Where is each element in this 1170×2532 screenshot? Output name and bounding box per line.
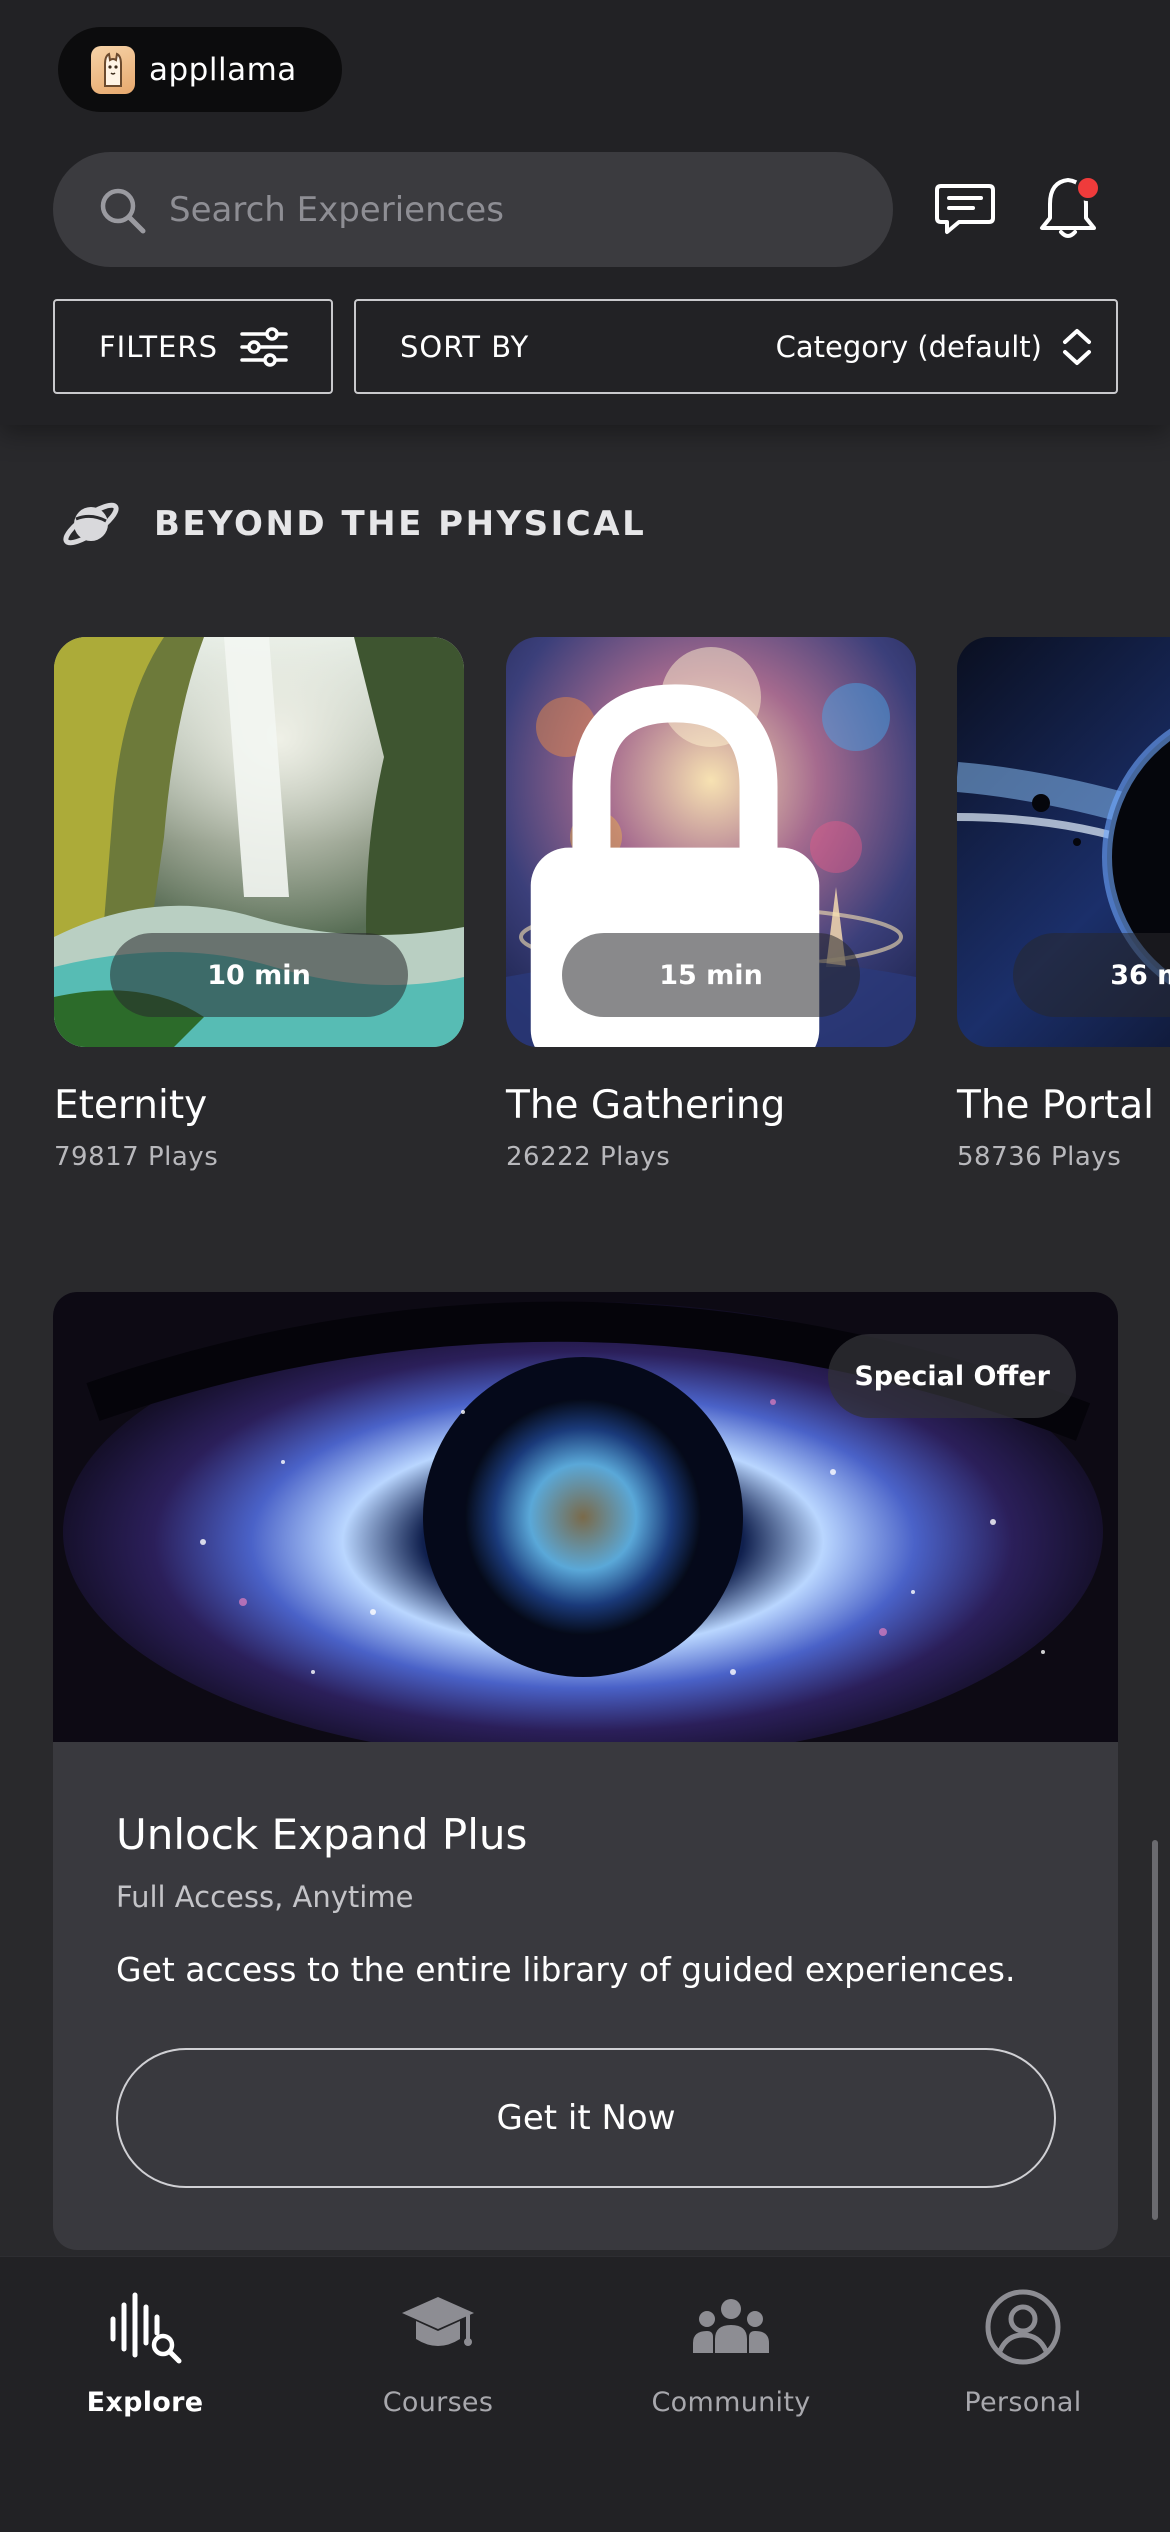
graduation-cap-icon — [402, 2297, 474, 2346]
llama-logo-icon — [91, 45, 135, 94]
filters-label: FILTERS — [99, 329, 218, 364]
duration-badge: 10 min — [110, 933, 408, 1017]
search-icon — [100, 188, 146, 233]
nav-tab-personal[interactable]: Personal — [903, 2287, 1143, 2447]
app-logo[interactable]: appllama — [58, 27, 342, 112]
get-it-now-button[interactable]: Get it Now — [116, 2048, 1056, 2188]
offer-subtitle: Full Access, Anytime — [116, 1880, 414, 1914]
sort-by-select[interactable]: SORT BY Category (default) — [354, 299, 1118, 394]
search-bar[interactable] — [53, 152, 893, 267]
waveform-search-icon — [110, 2292, 182, 2364]
community-icon — [693, 2299, 769, 2353]
duration-badge: 15 min — [562, 933, 860, 1017]
experience-card[interactable]: 15 min The Gathering 26222 Plays — [506, 637, 916, 1172]
nav-label: Community — [651, 2387, 811, 2418]
nav-label: Courses — [382, 2387, 494, 2418]
section-header: BEYOND THE PHYSICAL — [58, 490, 646, 558]
experience-carousel[interactable]: 10 min Eternity 79817 Plays 15 min The G… — [0, 637, 1170, 1197]
offer-description: Get access to the entire library of guid… — [116, 1950, 1016, 1989]
experience-plays: 58736 Plays — [957, 1142, 1122, 1172]
experience-thumbnail[interactable]: 10 min — [54, 637, 464, 1047]
offer-image: Special Offer — [53, 1292, 1118, 1742]
sliders-icon — [240, 326, 288, 367]
nav-tab-community[interactable]: Community — [611, 2287, 851, 2447]
nav-tab-courses[interactable]: Courses — [318, 2287, 558, 2447]
experience-title[interactable]: The Gathering — [506, 1083, 916, 1128]
experience-plays: 79817 Plays — [54, 1142, 219, 1172]
nav-label: Explore — [86, 2387, 204, 2418]
bottom-navigation: Explore Courses Community Personal — [0, 2256, 1170, 2532]
logo-text: appllama — [149, 51, 297, 88]
nav-label: Personal — [964, 2387, 1082, 2418]
special-offer-badge: Special Offer — [828, 1334, 1076, 1418]
chevron-up-down-icon — [1063, 328, 1091, 365]
search-input[interactable] — [169, 189, 849, 230]
duration-badge: 36 min — [1013, 933, 1170, 1017]
person-circle-icon — [985, 2289, 1061, 2365]
special-offer-card[interactable]: Special Offer Unlock Expand Plus Full Ac… — [53, 1292, 1118, 2250]
sort-by-label: SORT BY — [400, 329, 530, 364]
nav-tab-explore[interactable]: Explore — [25, 2287, 265, 2447]
offer-title: Unlock Expand Plus — [116, 1810, 528, 1859]
scrollbar[interactable] — [1152, 1840, 1158, 2220]
experience-thumbnail[interactable]: 36 min — [957, 637, 1170, 1047]
experience-card[interactable]: 36 min The Portal 58736 Plays — [957, 637, 1170, 1172]
top-header: appllama FILTERS SORT BY Category (defau… — [0, 0, 1170, 425]
filters-button[interactable]: FILTERS — [53, 299, 333, 394]
messages-icon[interactable] — [933, 176, 997, 240]
sort-value: Category (default) — [775, 329, 1042, 364]
experience-card[interactable]: 10 min Eternity 79817 Plays — [54, 637, 464, 1172]
experience-title[interactable]: The Portal — [957, 1083, 1170, 1128]
planet-icon — [63, 502, 119, 546]
experience-plays: 26222 Plays — [506, 1142, 671, 1172]
notification-badge — [1075, 175, 1101, 201]
section-title: BEYOND THE PHYSICAL — [154, 504, 647, 544]
experience-thumbnail[interactable]: 15 min — [506, 637, 916, 1047]
experience-title[interactable]: Eternity — [54, 1083, 464, 1128]
